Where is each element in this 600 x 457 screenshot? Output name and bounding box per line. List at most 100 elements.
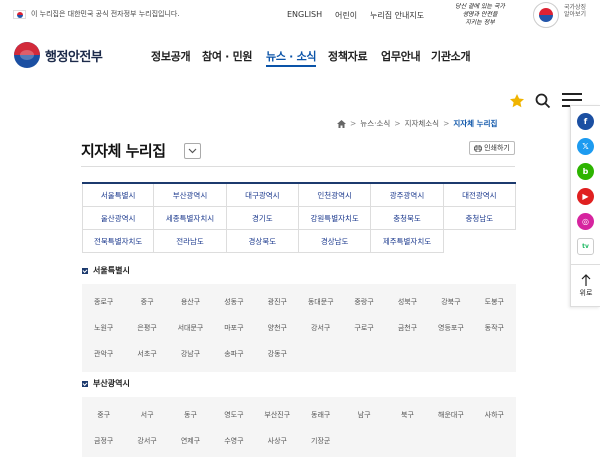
region-link[interactable]: 인천광역시 — [299, 184, 372, 207]
section-title: 서울특별시 — [93, 266, 130, 275]
region-link[interactable]: 울산광역시 — [82, 207, 155, 230]
district-link[interactable]: 연제구 — [169, 428, 212, 454]
district-link[interactable]: 관악구 — [82, 341, 125, 367]
region-link[interactable]: 강원특별자치도 — [299, 207, 372, 230]
region-link[interactable]: 세종특별자치시 — [154, 207, 227, 230]
gov-banner: 이 누리집은 대한민국 공식 전자정부 누리집입니다. ENGLISH 어린이 … — [0, 0, 600, 30]
youtube-icon[interactable]: ▶ — [577, 188, 594, 205]
section-bullet-icon — [82, 380, 88, 387]
section-heading-seoul: 서울특별시 — [82, 265, 130, 276]
sitemap-link[interactable]: 누리집 안내지도 — [370, 10, 424, 21]
nav-info-disclosure[interactable]: 정보공개 — [151, 48, 191, 64]
region-empty-cell — [444, 230, 516, 253]
emblem-icon — [14, 42, 40, 68]
district-link[interactable]: 강서구 — [299, 315, 342, 341]
district-link[interactable]: 성북구 — [386, 289, 429, 315]
district-link[interactable]: 강북구 — [429, 289, 472, 315]
district-link[interactable]: 동작구 — [473, 315, 516, 341]
nav-policy[interactable]: 정책자료 — [328, 48, 368, 64]
region-link[interactable]: 제주특별자치도 — [371, 230, 444, 253]
region-link[interactable]: 대전광역시 — [443, 184, 516, 207]
x-icon[interactable]: 𝕏 — [577, 138, 594, 155]
district-link[interactable]: 기장군 — [299, 428, 342, 454]
district-link[interactable]: 마포구 — [212, 315, 255, 341]
district-link[interactable]: 광진구 — [256, 289, 299, 315]
district-link[interactable]: 사하구 — [473, 402, 516, 428]
district-link[interactable]: 강서구 — [125, 428, 168, 454]
home-icon[interactable] — [337, 119, 346, 128]
district-link[interactable]: 서대문구 — [169, 315, 212, 341]
district-link[interactable]: 부산진구 — [256, 402, 299, 428]
district-link[interactable]: 동래구 — [299, 402, 342, 428]
district-link[interactable]: 서초구 — [125, 341, 168, 367]
region-link[interactable]: 경기도 — [226, 207, 299, 230]
district-link[interactable]: 구로구 — [342, 315, 385, 341]
nav-work[interactable]: 업무안내 — [381, 48, 421, 64]
page-title: 지자체 누리집 — [81, 142, 166, 160]
english-link[interactable]: ENGLISH — [287, 10, 322, 19]
search-icon[interactable] — [535, 93, 551, 109]
district-link[interactable]: 중랑구 — [342, 289, 385, 315]
print-button[interactable]: 인쇄하기 — [469, 141, 515, 155]
seal-caption: 국가상징 알아보기 — [564, 4, 587, 18]
breadcrumb: > 뉴스·소식 > 지자체소식 > 지자체 누리집 — [337, 118, 497, 129]
district-link[interactable]: 송파구 — [212, 341, 255, 367]
region-link[interactable]: 전북특별자치도 — [82, 230, 155, 253]
ministry-logo[interactable]: 행정안전부 — [14, 42, 103, 68]
kids-link[interactable]: 어린이 — [335, 10, 357, 21]
title-dropdown-button[interactable] — [184, 143, 201, 159]
district-link[interactable]: 은평구 — [125, 315, 168, 341]
region-link[interactable]: 경상남도 — [299, 230, 372, 253]
district-link[interactable]: 동구 — [169, 402, 212, 428]
district-link[interactable]: 금천구 — [386, 315, 429, 341]
instagram-icon[interactable]: ◎ — [577, 213, 594, 230]
region-link[interactable]: 대구광역시 — [226, 184, 299, 207]
arrow-up-icon — [581, 274, 591, 286]
district-link[interactable]: 수영구 — [212, 428, 255, 454]
social-share-bar: 위로 f 𝕏b ▶ ◎ tv — [570, 105, 600, 307]
district-link[interactable]: 영도구 — [212, 402, 255, 428]
printer-icon — [474, 144, 483, 152]
district-link[interactable]: 양천구 — [256, 315, 299, 341]
district-link[interactable]: 성동구 — [212, 289, 255, 315]
logo-text: 행정안전부 — [45, 49, 103, 65]
blog-icon[interactable]: b — [577, 163, 594, 180]
star-icon[interactable] — [509, 93, 525, 109]
kakao-tv-icon[interactable]: tv — [577, 238, 594, 255]
scroll-top-button[interactable]: 위로 — [571, 264, 600, 308]
breadcrumb-news[interactable]: 뉴스·소식 — [360, 118, 390, 129]
region-link[interactable]: 경상북도 — [226, 230, 299, 253]
district-link[interactable]: 동대문구 — [299, 289, 342, 315]
district-link[interactable]: 서구 — [125, 402, 168, 428]
district-link[interactable]: 도봉구 — [473, 289, 516, 315]
district-link[interactable]: 영등포구 — [429, 315, 472, 341]
print-label: 인쇄하기 — [484, 145, 510, 152]
region-link[interactable]: 충청북도 — [371, 207, 444, 230]
region-link[interactable]: 부산광역시 — [154, 184, 227, 207]
section-title: 부산광역시 — [93, 379, 130, 388]
district-link[interactable]: 사상구 — [256, 428, 299, 454]
district-link[interactable]: 남구 — [342, 402, 385, 428]
region-link[interactable]: 전라남도 — [154, 230, 227, 253]
district-link[interactable]: 북구 — [386, 402, 429, 428]
district-link[interactable]: 용산구 — [169, 289, 212, 315]
region-link[interactable]: 서울특별시 — [82, 184, 155, 207]
district-link[interactable]: 금정구 — [82, 428, 125, 454]
district-link[interactable]: 노원구 — [82, 315, 125, 341]
title-divider — [81, 166, 515, 167]
district-link[interactable]: 강남구 — [169, 341, 212, 367]
district-link[interactable]: 중구 — [125, 289, 168, 315]
district-list-busan: 중구 서구 동구 영도구 부산진구 동래구 남구 북구 해운대구 사하구금정구 강서구 연제구 수영구 사… — [82, 397, 516, 457]
nav-participation[interactable]: 참여 · 민원 — [202, 48, 253, 64]
facebook-icon[interactable]: f — [577, 113, 594, 130]
region-link[interactable]: 충청남도 — [443, 207, 516, 230]
district-link[interactable]: 강동구 — [256, 341, 299, 367]
slogan-logo: 당신 곁에 있는 국가 생명과 안전을 지키는 정부 — [455, 3, 505, 26]
district-link[interactable]: 종로구 — [82, 289, 125, 315]
district-link[interactable]: 중구 — [82, 402, 125, 428]
region-link[interactable]: 광주광역시 — [371, 184, 444, 207]
nav-about[interactable]: 기관소개 — [431, 48, 471, 64]
nav-news[interactable]: 뉴스 · 소식 — [266, 48, 317, 67]
breadcrumb-local-news[interactable]: 지자체소식 — [405, 118, 440, 129]
district-link[interactable]: 해운대구 — [429, 402, 472, 428]
